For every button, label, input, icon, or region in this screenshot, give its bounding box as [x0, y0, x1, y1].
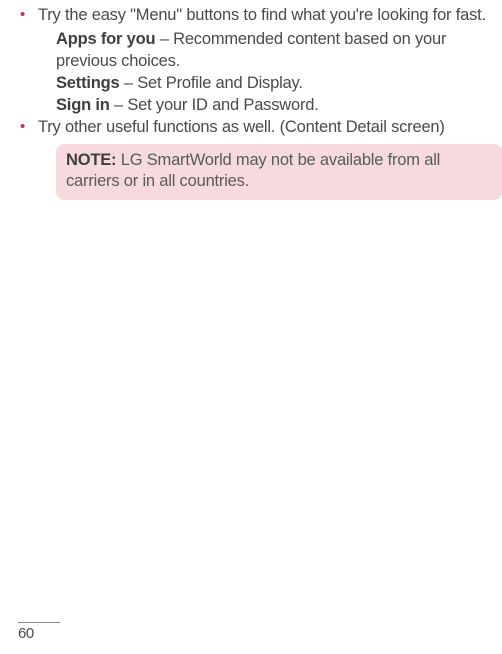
- note-label: NOTE:: [66, 151, 116, 169]
- sub-item: Apps for you – Recommended content based…: [56, 28, 502, 72]
- page-number: 60: [18, 625, 78, 642]
- footer-rule: [18, 622, 60, 623]
- sub-label: Settings: [56, 74, 120, 92]
- sub-text: – Set Profile and Display.: [120, 74, 303, 92]
- bullet-text: Try other useful functions as well. (Con…: [38, 116, 502, 138]
- sub-label: Sign in: [56, 96, 110, 114]
- note-text: LG SmartWorld may not be available from …: [66, 151, 440, 190]
- bullet-text: Try the easy "Menu" buttons to find what…: [38, 4, 502, 26]
- sub-text: – Set your ID and Password.: [110, 96, 319, 114]
- page-footer: 60: [18, 622, 78, 642]
- bullet-item: • Try other useful functions as well. (C…: [18, 116, 502, 138]
- bullet-dot: •: [18, 4, 38, 26]
- bullet-item: • Try the easy "Menu" buttons to find wh…: [18, 4, 502, 26]
- sub-item: Sign in – Set your ID and Password.: [56, 94, 502, 116]
- sub-item: Settings – Set Profile and Display.: [56, 72, 502, 94]
- note-box: NOTE: LG SmartWorld may not be available…: [56, 144, 502, 200]
- sub-label: Apps for you: [56, 30, 155, 48]
- bullet-dot: •: [18, 116, 38, 138]
- manual-page: • Try the easy "Menu" buttons to find wh…: [0, 0, 502, 654]
